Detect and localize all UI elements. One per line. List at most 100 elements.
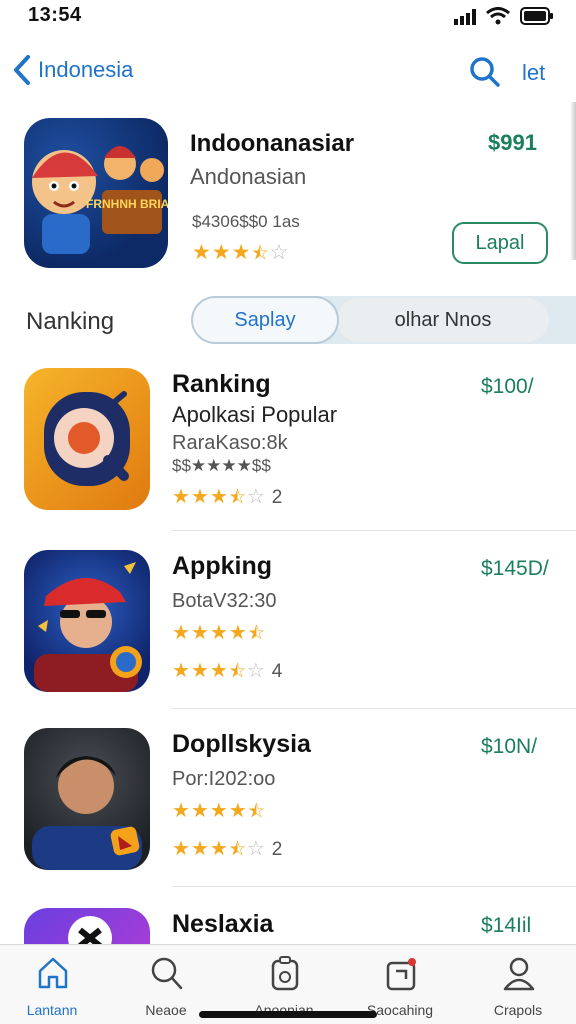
star-icon: ★ <box>209 622 229 644</box>
segmented-control: olhar Nnos Saplay <box>191 296 576 344</box>
segment-other-label: olhar Nnos <box>394 308 492 331</box>
search-icon <box>470 57 500 87</box>
app-subtitle: Apolkasi Popular <box>172 402 338 427</box>
nav-right-button[interactable]: let <box>522 60 545 86</box>
segment-other[interactable]: olhar Nnos <box>337 298 549 342</box>
tab-label: Lantann <box>26 1002 78 1018</box>
app-price: $145D/ <box>481 557 549 580</box>
app-rating: ★★★⯪☆ 2 <box>172 484 282 515</box>
star-icon: ★ <box>231 241 252 264</box>
rating-count: 2 <box>271 487 283 508</box>
profile-icon <box>503 957 535 991</box>
star-icon: ★ <box>209 660 229 682</box>
app-meta: RaraKaso:8k <box>172 432 288 454</box>
filter-row: Nanking olhar Nnos Saplay <box>0 296 576 346</box>
app-price: $14Iil <box>481 914 532 937</box>
tab-apps[interactable]: Anoonian <box>234 953 334 1018</box>
row-divider <box>172 530 576 531</box>
star-icon: ⯪ <box>247 801 266 821</box>
app-title: Neslaxia <box>172 910 274 938</box>
star-icon: ★ <box>172 622 191 644</box>
featured-title: Indoonanasiar <box>190 130 355 157</box>
star-icon: ★ <box>172 800 191 822</box>
app-price: $100/ <box>481 375 534 398</box>
app-rating-secondary: ★★★★⯪ <box>172 620 266 651</box>
nav-bar: Indonesia let <box>0 50 576 96</box>
featured-icon-text: FRNHNH BRIAN <box>86 197 168 211</box>
featured-app[interactable]: FRNHNH BRIAN Indoonanasiar Andonasian $4… <box>0 118 576 278</box>
star-icon: ★ <box>209 838 229 860</box>
featured-rating: ★★★⯪☆ <box>192 240 289 271</box>
updates-icon <box>386 958 416 991</box>
signal-icon <box>454 9 476 25</box>
app-title: Appking <box>172 552 272 580</box>
featured-meta: $4306$$0 1as <box>192 212 300 231</box>
home-indicator <box>199 1011 377 1018</box>
app-title: Ranking <box>172 370 271 398</box>
app-icon <box>24 550 150 692</box>
star-icon: ☆ <box>246 660 266 682</box>
battery-icon <box>520 7 553 25</box>
star-icon: ★ <box>190 622 210 644</box>
app-icon <box>24 368 150 510</box>
get-button[interactable]: Lapal <box>452 222 548 264</box>
star-icon: ★ <box>209 486 229 508</box>
list-item[interactable]: Ranking $100/ Apolkasi Popular RaraKaso:… <box>0 358 576 531</box>
app-meta-2: $$★★★★$$ <box>172 456 271 475</box>
star-icon: ★ <box>228 622 248 644</box>
app-price: $10N/ <box>481 735 538 758</box>
app-rating: ★★★⯪☆ 4 <box>172 658 282 689</box>
segment-popular-label: Saplay <box>234 308 296 331</box>
star-icon: ★ <box>172 660 191 682</box>
tab-label: Crapols <box>493 1002 543 1018</box>
back-button[interactable]: Indonesia <box>12 54 133 86</box>
tab-search[interactable]: Neaoe <box>116 953 216 1018</box>
wifi-icon <box>486 7 510 25</box>
featured-app-icon: FRNHNH BRIAN <box>24 118 168 268</box>
apps-icon <box>271 956 299 991</box>
app-rating: ★★★⯪☆ 2 <box>172 836 282 867</box>
star-icon: ☆ <box>246 838 266 860</box>
status-time: 13:54 <box>28 4 82 26</box>
featured-subtitle: Andonasian <box>190 164 307 189</box>
status-icons <box>454 7 554 25</box>
list-item[interactable]: Appking $145D/ BotaV32:30 ★★★★⯪ ★★★⯪☆ 4 <box>0 536 576 709</box>
status-bar: 13:54 <box>0 0 576 34</box>
tab-updates[interactable]: Saocahing <box>350 953 450 1018</box>
star-icon: ★ <box>190 486 210 508</box>
app-rating-secondary: ★★★★⯪ <box>172 798 266 829</box>
star-icon: ★ <box>228 800 248 822</box>
tab-home[interactable]: Lantann <box>2 953 102 1018</box>
filter-label: Nanking <box>26 308 115 335</box>
chevron-left-icon <box>14 55 30 85</box>
star-icon: ⯪ <box>228 487 247 507</box>
star-icon: ★ <box>192 241 212 264</box>
tab-profile[interactable]: Crapols <box>468 953 568 1018</box>
star-icon: ☆ <box>246 486 266 508</box>
star-icon: ⯪ <box>251 243 270 263</box>
row-divider <box>172 708 576 709</box>
rating-count: 2 <box>271 839 283 860</box>
segment-popular[interactable]: Saplay <box>191 296 339 344</box>
list-item[interactable]: Neslaxia $14Iil <box>0 892 576 944</box>
app-meta: BotaV32:30 <box>172 590 277 612</box>
star-icon: ★ <box>172 838 191 860</box>
home-icon <box>38 957 68 989</box>
app-icon <box>24 908 150 944</box>
search-button[interactable] <box>469 56 501 93</box>
row-divider <box>172 886 576 887</box>
star-icon: ⯪ <box>228 661 247 681</box>
edge-shadow <box>570 102 576 260</box>
featured-price: $991 <box>488 130 537 155</box>
app-icon <box>24 728 150 870</box>
star-icon: ★ <box>190 660 210 682</box>
app-title: Dopllskysia <box>172 730 311 758</box>
star-icon: ★ <box>190 838 210 860</box>
star-icon: ★ <box>172 486 191 508</box>
back-label: Indonesia <box>38 57 134 82</box>
star-icon: ★ <box>211 241 232 264</box>
list-item[interactable]: Dopllskysia $10N/ Por:I202:oo ★★★★⯪ ★★★⯪… <box>0 714 576 887</box>
star-icon: ⯪ <box>228 839 247 859</box>
rating-count: 4 <box>271 661 283 682</box>
star-icon: ★ <box>190 800 210 822</box>
